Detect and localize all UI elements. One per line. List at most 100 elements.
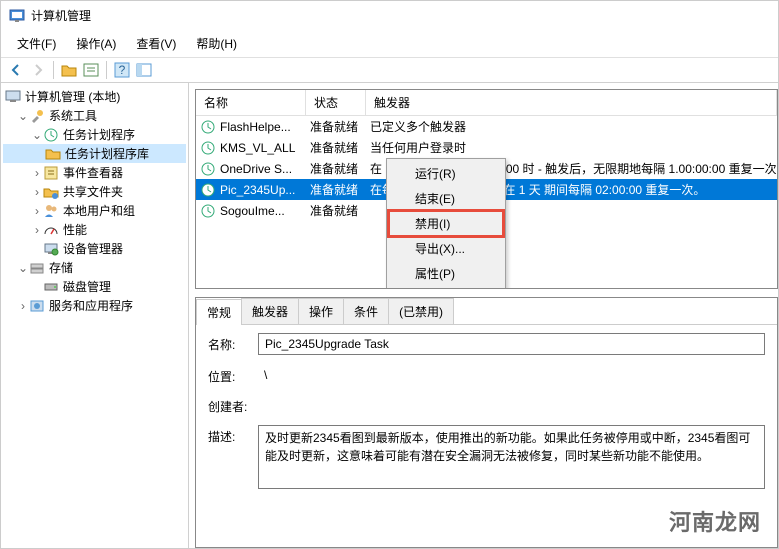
tree-shared-folders[interactable]: › 共享文件夹 — [3, 182, 186, 201]
author-value — [258, 395, 765, 415]
task-name: FlashHelpe... — [220, 120, 310, 134]
disk-icon — [43, 279, 59, 295]
main-area: 计算机管理 (本地) ⌄ 系统工具 ⌄ 任务计划程序 任务计划程序库 › 事件查… — [1, 83, 778, 548]
ctx-end[interactable]: 结束(E) — [389, 186, 503, 211]
toolbar: ? — [1, 58, 778, 83]
task-status: 准备就绪 — [310, 160, 370, 177]
ctx-run[interactable]: 运行(R) — [389, 161, 503, 186]
task-status: 准备就绪 — [310, 202, 370, 219]
expand-icon[interactable]: › — [31, 166, 43, 180]
ctx-disable[interactable]: 禁用(I) — [389, 211, 503, 236]
context-menu: 运行(R) 结束(E) 禁用(I) 导出(X)... 属性(P) 删除(D) — [386, 158, 506, 289]
clock-icon — [200, 140, 216, 156]
tools-icon — [29, 108, 45, 124]
tree-storage[interactable]: ⌄ 存储 — [3, 258, 186, 277]
tab-triggers[interactable]: 触发器 — [241, 298, 299, 324]
location-label: 位置: — [208, 365, 258, 385]
name-field[interactable]: Pic_2345Upgrade Task — [258, 333, 765, 355]
task-list: 名称 状态 触发器 FlashHelpe...准备就绪已定义多个触发器KMS_V… — [195, 89, 778, 289]
location-value: \ — [258, 365, 765, 385]
new-task-icon[interactable] — [82, 61, 100, 79]
services-icon — [29, 298, 45, 314]
tab-general[interactable]: 常规 — [196, 299, 242, 325]
task-name: OneDrive S... — [220, 162, 310, 176]
col-status[interactable]: 状态 — [306, 90, 366, 115]
author-label: 创建者: — [208, 395, 258, 415]
content-pane: 名称 状态 触发器 FlashHelpe...准备就绪已定义多个触发器KMS_V… — [189, 83, 778, 548]
collapse-icon[interactable]: ⌄ — [17, 261, 29, 275]
svg-text:?: ? — [119, 63, 126, 77]
task-status: 准备就绪 — [310, 139, 370, 156]
tree-services-apps[interactable]: › 服务和应用程序 — [3, 296, 186, 315]
forward-icon[interactable] — [29, 61, 47, 79]
expand-icon[interactable]: › — [31, 204, 43, 218]
clock-icon — [200, 182, 216, 198]
tree-pane: 计算机管理 (本地) ⌄ 系统工具 ⌄ 任务计划程序 任务计划程序库 › 事件查… — [1, 83, 189, 548]
users-icon — [43, 203, 59, 219]
name-label: 名称: — [208, 333, 258, 353]
detail-tabs: 常规 触发器 操作 条件 (已禁用) — [196, 298, 777, 325]
tree-local-users[interactable]: › 本地用户和组 — [3, 201, 186, 220]
folder-icon — [45, 146, 61, 162]
task-name: KMS_VL_ALL — [220, 141, 310, 155]
watermark: 河南龙网 — [669, 505, 761, 537]
column-headers: 名称 状态 触发器 — [196, 90, 777, 116]
clock-icon — [200, 203, 216, 219]
collapse-icon[interactable]: ⌄ — [17, 109, 29, 123]
menu-help[interactable]: 帮助(H) — [186, 32, 247, 55]
collapse-icon[interactable]: ⌄ — [31, 128, 43, 142]
menu-view[interactable]: 查看(V) — [126, 32, 186, 55]
col-name[interactable]: 名称 — [196, 90, 306, 115]
panel-icon[interactable] — [135, 61, 153, 79]
device-icon — [43, 241, 59, 257]
menu-file[interactable]: 文件(F) — [7, 32, 66, 55]
clock-icon — [200, 161, 216, 177]
general-form: 名称: Pic_2345Upgrade Task 位置: \ 创建者: 描述: — [196, 325, 777, 507]
titlebar: 计算机管理 — [1, 1, 778, 30]
tree-event-viewer[interactable]: › 事件查看器 — [3, 163, 186, 182]
expand-icon[interactable]: › — [31, 185, 43, 199]
menu-action[interactable]: 操作(A) — [66, 32, 126, 55]
ctx-export[interactable]: 导出(X)... — [389, 236, 503, 261]
window-title: 计算机管理 — [31, 7, 91, 24]
col-trigger[interactable]: 触发器 — [366, 90, 777, 115]
tree-task-scheduler[interactable]: ⌄ 任务计划程序 — [3, 125, 186, 144]
tab-settings-suffix[interactable]: (已禁用) — [388, 298, 454, 324]
back-icon[interactable] — [7, 61, 25, 79]
tree-disk-management[interactable]: 磁盘管理 — [3, 277, 186, 296]
task-name: SogouIme... — [220, 204, 310, 218]
tree-system-tools[interactable]: ⌄ 系统工具 — [3, 106, 186, 125]
clock-icon — [43, 127, 59, 143]
storage-icon — [29, 260, 45, 276]
task-name: Pic_2345Up... — [220, 183, 310, 197]
perf-icon — [43, 222, 59, 238]
tree-task-library[interactable]: 任务计划程序库 — [3, 144, 186, 163]
menubar: 文件(F) 操作(A) 查看(V) 帮助(H) — [1, 30, 778, 58]
task-row[interactable]: FlashHelpe...准备就绪已定义多个触发器 — [196, 116, 777, 137]
expand-icon[interactable]: › — [31, 223, 43, 237]
app-icon — [9, 8, 25, 24]
toolbar-separator — [106, 61, 107, 79]
task-trigger: 当任何用户登录时 — [370, 139, 777, 156]
task-status: 准备就绪 — [310, 118, 370, 135]
task-status: 准备就绪 — [310, 181, 370, 198]
shared-icon — [43, 184, 59, 200]
clock-icon — [200, 119, 216, 135]
expand-icon[interactable]: › — [17, 299, 29, 313]
tree-device-manager[interactable]: 设备管理器 — [3, 239, 186, 258]
desc-field[interactable] — [258, 425, 765, 489]
toolbar-separator — [53, 61, 54, 79]
tree-performance[interactable]: › 性能 — [3, 220, 186, 239]
tab-actions[interactable]: 操作 — [298, 298, 344, 324]
help-icon[interactable]: ? — [113, 61, 131, 79]
task-row[interactable]: KMS_VL_ALL准备就绪当任何用户登录时 — [196, 137, 777, 158]
ctx-delete[interactable]: 删除(D) — [389, 286, 503, 289]
event-icon — [43, 165, 59, 181]
computer-icon — [5, 89, 21, 105]
tree-root[interactable]: 计算机管理 (本地) — [3, 87, 186, 106]
ctx-properties[interactable]: 属性(P) — [389, 261, 503, 286]
desc-label: 描述: — [208, 425, 258, 445]
folder-icon[interactable] — [60, 61, 78, 79]
tab-conditions[interactable]: 条件 — [343, 298, 389, 324]
task-trigger: 已定义多个触发器 — [370, 118, 777, 135]
